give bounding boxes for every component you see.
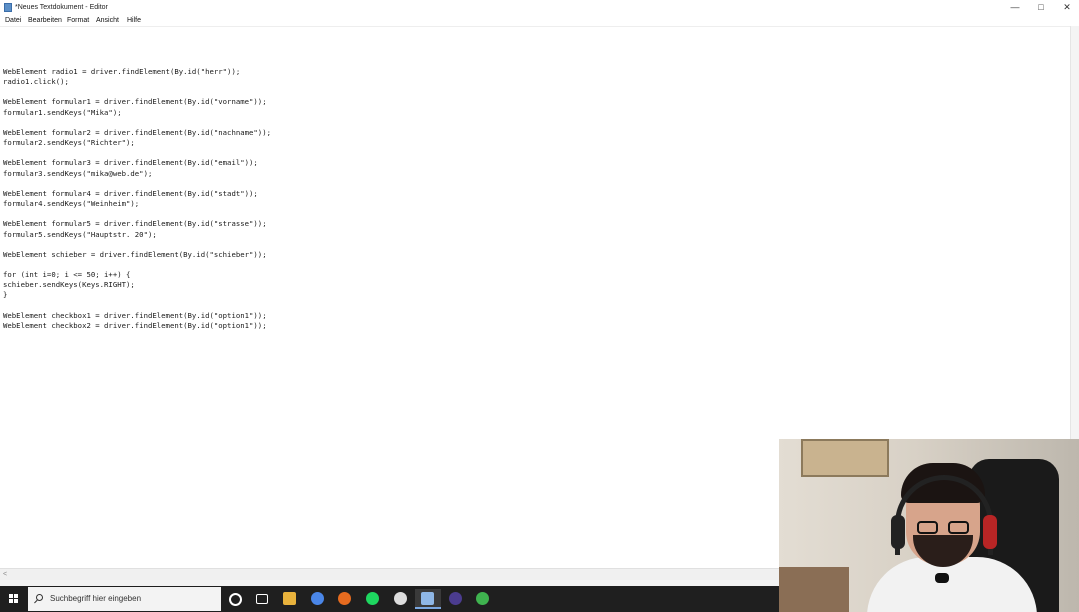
chrome-icon bbox=[310, 592, 324, 605]
task-view-icon bbox=[255, 594, 268, 604]
code-line: WebElement formular3 = driver.findElemen… bbox=[3, 158, 258, 168]
menu-hilfe[interactable]: Hilfe bbox=[127, 15, 141, 26]
maximize-button[interactable]: □ bbox=[1028, 0, 1054, 15]
code-line: WebElement formular2 = driver.findElemen… bbox=[3, 127, 271, 137]
start-button[interactable] bbox=[0, 586, 28, 612]
taskbar-eclipse-button[interactable] bbox=[443, 589, 469, 609]
code-line: WebElement checkbox2 = driver.findElemen… bbox=[3, 320, 267, 330]
title-bar: *Neues Textdokument - Editor — □ ✕ bbox=[0, 0, 1079, 15]
notepad-app-icon bbox=[4, 3, 12, 12]
file-explorer-icon bbox=[283, 592, 297, 605]
notepad-icon bbox=[421, 592, 435, 605]
obs-icon bbox=[393, 592, 407, 605]
code-line: WebElement radio1 = driver.findElement(B… bbox=[3, 67, 241, 76]
menu-bearbeiten[interactable]: Bearbeiten bbox=[28, 15, 62, 26]
headset-mic bbox=[935, 573, 949, 583]
code-line: WebElement formular5 = driver.findElemen… bbox=[3, 219, 267, 229]
minimize-button[interactable]: — bbox=[1002, 0, 1028, 15]
cortana-icon bbox=[229, 593, 242, 606]
code-line: schieber.sendKeys(Keys.RIGHT); bbox=[3, 280, 135, 290]
menu-format[interactable]: Format bbox=[67, 15, 89, 26]
code-line: formular3.sendKeys("mika@web.de"); bbox=[3, 168, 153, 178]
webcam-overlay bbox=[779, 439, 1079, 612]
editor-text[interactable]: WebElement radio1 = driver.findElement(B… bbox=[3, 67, 271, 331]
close-button[interactable]: ✕ bbox=[1054, 0, 1079, 15]
menu-ansicht[interactable]: Ansicht bbox=[96, 15, 119, 26]
eclipse-icon bbox=[448, 592, 462, 605]
taskbar-search-box[interactable]: Suchbegriff hier eingeben bbox=[28, 587, 221, 611]
code-line: } bbox=[3, 290, 8, 300]
headset-earcup-right bbox=[983, 515, 997, 549]
code-line: formular2.sendKeys("Richter"); bbox=[3, 138, 135, 148]
firefox-icon bbox=[338, 592, 352, 605]
menu-bar: Datei Bearbeiten Format Ansicht Hilfe bbox=[0, 15, 1079, 26]
window-title: *Neues Textdokument - Editor bbox=[15, 4, 108, 11]
taskbar-task-view-button[interactable] bbox=[250, 589, 276, 609]
code-line: WebElement checkbox1 = driver.findElemen… bbox=[3, 310, 267, 320]
spotify-icon bbox=[366, 592, 379, 605]
headset-earcup-left bbox=[891, 515, 905, 549]
menu-datei[interactable]: Datei bbox=[5, 15, 21, 26]
wall-poster bbox=[801, 439, 889, 477]
taskbar-spotify-button[interactable] bbox=[360, 589, 386, 609]
taskbar-app-button[interactable] bbox=[470, 589, 496, 609]
taskbar-cortana-button[interactable] bbox=[222, 589, 248, 609]
shelf bbox=[779, 567, 849, 612]
taskbar-firefox-button[interactable] bbox=[332, 589, 358, 609]
code-line: formular5.sendKeys("Hauptstr. 20"); bbox=[3, 229, 157, 239]
app-icon bbox=[476, 592, 490, 605]
taskbar-obs-button[interactable] bbox=[388, 589, 414, 609]
code-line: WebElement schieber = driver.findElement… bbox=[3, 249, 267, 259]
taskbar-file-explorer-button[interactable] bbox=[277, 589, 303, 609]
code-line: formular4.sendKeys("Weinheim"); bbox=[3, 199, 140, 209]
code-line: formular1.sendKeys("Mika"); bbox=[3, 107, 122, 117]
code-line: radio1.click(); bbox=[3, 77, 69, 87]
code-line: WebElement formular1 = driver.findElemen… bbox=[3, 97, 267, 107]
taskbar-chrome-button[interactable] bbox=[305, 589, 331, 609]
windows-logo-icon bbox=[9, 594, 19, 604]
code-line: for (int i=0; i <= 50; i++) { bbox=[3, 270, 131, 280]
taskbar-notepad-button[interactable] bbox=[415, 589, 442, 609]
search-placeholder: Suchbegriff hier eingeben bbox=[50, 594, 142, 603]
code-line: WebElement formular4 = driver.findElemen… bbox=[3, 188, 258, 198]
search-icon bbox=[36, 594, 43, 601]
